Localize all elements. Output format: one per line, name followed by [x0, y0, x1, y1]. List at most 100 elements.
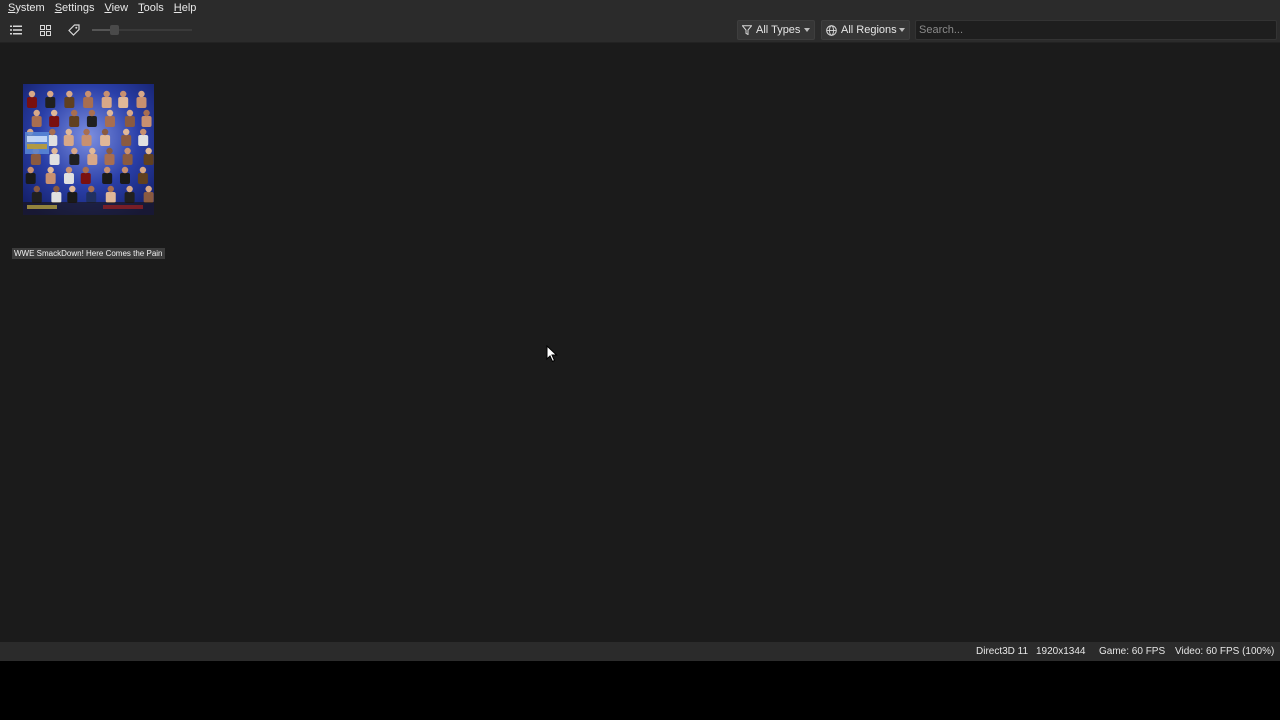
cover-figure-body — [118, 97, 129, 108]
cover-figure-head — [27, 166, 34, 174]
cover-figure-body — [49, 154, 60, 165]
cover-figure-head — [69, 185, 76, 193]
toolbar: All Types All Regions — [0, 17, 1280, 43]
type-filter-label: All Types — [756, 24, 801, 36]
cover-figure-body — [136, 97, 147, 108]
cover-figure-head — [53, 185, 60, 193]
cover-figure-body — [124, 116, 135, 127]
tag-button[interactable] — [63, 20, 85, 40]
cover-figure-head — [123, 128, 130, 136]
cover-figure-body — [30, 154, 41, 165]
chevron-down-icon — [899, 28, 905, 32]
cover-figure-body — [69, 116, 80, 127]
cover-figure-body — [63, 173, 74, 184]
resolution-status: 1920x1344 — [1036, 646, 1086, 657]
cover-figure-head — [82, 166, 89, 174]
cover-figure-head — [89, 147, 96, 155]
grid-icon — [39, 24, 51, 36]
cover-figure-body — [31, 192, 42, 203]
filter-icon — [742, 25, 752, 35]
game-title[interactable]: WWE SmackDown! Here Comes the Pain — [12, 248, 165, 259]
cover-figure-head — [143, 109, 150, 117]
cover-figure-body — [105, 192, 116, 203]
game-tile[interactable]: WWE SmackDown! Here Comes the Pain — [10, 84, 167, 262]
cover-figure-head — [33, 185, 41, 193]
cover-figure-head — [51, 147, 58, 155]
menu-help[interactable]: Help — [169, 0, 202, 17]
menu-tools[interactable]: Tools — [133, 0, 169, 17]
menu-settings[interactable]: Settings — [50, 0, 100, 17]
game-grid: WWE SmackDown! Here Comes the Pain — [0, 44, 1280, 642]
renderer-status: Direct3D 11 — [976, 646, 1029, 657]
cover-figure-head — [47, 90, 54, 98]
cover-figure-head — [88, 109, 96, 117]
cover-figure-head — [50, 109, 58, 117]
cover-figure-body — [86, 116, 97, 127]
video-fps-status: Video: 60 FPS (100%) — [1175, 646, 1275, 657]
cover-figure-body — [141, 116, 152, 127]
type-filter-dropdown[interactable]: All Types — [737, 20, 815, 40]
main-window: System Settings View Tools Help All Type… — [0, 0, 1280, 661]
cover-figure-head — [28, 90, 36, 98]
cover-figure-body — [124, 192, 135, 203]
cover-figure-head — [84, 90, 92, 98]
cover-figure-head — [145, 147, 152, 155]
zoom-slider-handle[interactable] — [110, 25, 119, 35]
cover-figure-body — [137, 173, 148, 184]
game-cover-art[interactable] — [23, 84, 154, 215]
cover-figure-head — [120, 90, 127, 98]
cover-figure-body — [45, 173, 56, 184]
tag-icon — [68, 24, 80, 36]
cover-figure-body — [86, 192, 97, 203]
cover-figure-body — [69, 154, 80, 165]
cover-figure-head — [126, 109, 134, 117]
cover-figure-head — [106, 109, 114, 117]
cover-figure-body — [26, 97, 37, 108]
cover-figure-head — [126, 185, 133, 193]
zoom-slider[interactable] — [92, 24, 194, 36]
cover-figure-body — [102, 173, 113, 184]
cover-figure-head — [66, 90, 73, 98]
chevron-down-icon — [804, 28, 810, 32]
region-filter-dropdown[interactable]: All Regions — [821, 20, 910, 40]
cover-figure-head — [103, 166, 111, 174]
cover-figure-head — [101, 128, 109, 136]
cover-figure-body — [63, 135, 74, 146]
list-view-button[interactable] — [5, 20, 27, 40]
menu-system[interactable]: System — [3, 0, 50, 17]
grid-view-button[interactable] — [34, 20, 56, 40]
cover-figure-body — [25, 173, 36, 184]
cover-figure-body — [104, 116, 115, 127]
cover-figure-head — [47, 166, 54, 174]
menu-view[interactable]: View — [99, 0, 133, 17]
cover-figure-head — [121, 166, 129, 174]
cover-figure-head — [124, 147, 131, 155]
cover-figure-body — [143, 192, 154, 203]
mouse-cursor-icon — [546, 345, 558, 363]
cover-figure-body — [122, 154, 133, 165]
list-icon — [10, 25, 22, 35]
cover-figure-head — [83, 128, 90, 136]
cover-figure-body — [83, 97, 94, 108]
cover-figure-head — [139, 166, 147, 174]
cover-figure-body — [138, 135, 149, 146]
cover-figure-head — [71, 147, 78, 155]
search-input[interactable] — [915, 20, 1277, 40]
cover-image — [23, 84, 154, 215]
cover-figure-body — [119, 173, 130, 184]
zoom-slider-fill — [92, 29, 110, 31]
cover-figure-head — [106, 147, 113, 155]
cover-figure-head — [103, 90, 110, 98]
cover-figure-body — [87, 154, 98, 165]
cover-figure-head — [140, 128, 147, 136]
cover-figure-head — [107, 185, 114, 193]
cover-figure-head — [65, 166, 73, 174]
cover-figure-body — [101, 97, 112, 108]
cover-figure-body — [143, 154, 154, 165]
cover-figure-body — [80, 173, 91, 184]
cover-figure-head — [65, 128, 72, 136]
cover-figure-body — [100, 135, 111, 146]
cover-figure-head — [33, 109, 40, 117]
globe-icon — [826, 24, 837, 36]
cover-figure-body — [45, 97, 56, 108]
